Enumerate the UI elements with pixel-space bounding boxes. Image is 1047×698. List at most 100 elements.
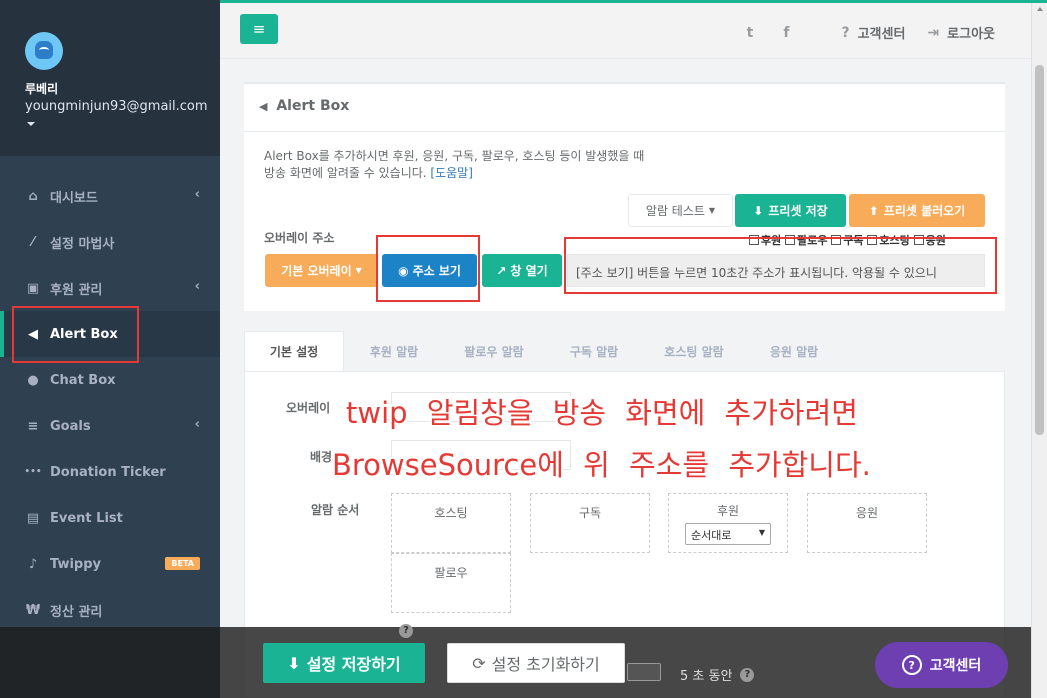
chevron-left-icon: ‹ bbox=[194, 187, 200, 202]
support-floating-button[interactable]: ? 고객센터 bbox=[875, 642, 1008, 688]
overlay-address-label: 오버레이 주소 bbox=[264, 231, 335, 245]
order-slot-cheer[interactable]: 응원 bbox=[807, 493, 927, 553]
reset-settings-button[interactable]: ⟳ 설정 초기화하기 bbox=[447, 643, 625, 683]
annotation-highlight-address-field bbox=[564, 237, 997, 294]
tab-cheer-alarm[interactable]: 응원 알람 bbox=[744, 331, 844, 371]
list-icon: ≡ bbox=[27, 418, 39, 434]
avatar[interactable] bbox=[25, 32, 63, 70]
caret-down-icon[interactable] bbox=[27, 122, 35, 126]
gift-icon: ▣ bbox=[26, 280, 40, 296]
order-slot-donation[interactable]: 후원 순서대로 bbox=[668, 493, 788, 553]
profile-name[interactable]: 루베리 bbox=[25, 80, 220, 97]
sidebar-item-label: Chat Box bbox=[50, 372, 116, 388]
order-slot-hosting[interactable]: 호스팅 bbox=[391, 493, 511, 553]
home-icon: ⌂ bbox=[28, 188, 38, 204]
external-link-icon: ↗ bbox=[496, 263, 507, 278]
overlay-field-label: 오버레이 bbox=[286, 401, 331, 415]
description-line-2-text: 방송 화면에 알려줄 수 있습니다. bbox=[264, 166, 427, 180]
annotation-highlight-sidebar bbox=[12, 306, 139, 363]
chevron-left-icon: ‹ bbox=[194, 279, 200, 294]
sidebar-item-label: 설정 마법사 bbox=[50, 236, 115, 252]
sidebar-item-goals[interactable]: ≡ Goals ‹ bbox=[0, 403, 220, 449]
open-window-button[interactable]: ↗ 창 열기 bbox=[482, 254, 562, 287]
megaphone-icon: ◀ bbox=[259, 100, 268, 113]
donation-order-select[interactable]: 순서대로 bbox=[685, 523, 771, 545]
sidebar-item-donation-ticker[interactable]: ••• Donation Ticker bbox=[0, 449, 220, 495]
sidebar-item-label: 후원 관리 bbox=[50, 282, 103, 298]
slot-label: 구독 bbox=[578, 506, 602, 520]
caret-down-icon: ▼ bbox=[355, 266, 362, 275]
support-link[interactable]: ? 고객센터 bbox=[841, 23, 906, 43]
vertical-scrollbar[interactable] bbox=[1031, 3, 1047, 698]
support-label: 고객센터 bbox=[857, 27, 906, 42]
annotation-text-line-1: twip 알림창을 방송 화면에 추가하려면 bbox=[346, 396, 858, 430]
facebook-icon[interactable]: f bbox=[783, 25, 789, 41]
top-navbar: ≡ t f ? 고객센터 ⇥ 로그아웃 bbox=[220, 3, 1047, 59]
duration-text: 5 초 동안 ? bbox=[680, 665, 755, 684]
download-icon: ⬇ bbox=[753, 203, 764, 218]
sidebar-nav: ⌂ 대시보드 ‹ ⁄ 설정 마법사 ▣ 후원 관리 ‹ ◀ Alert Box … bbox=[0, 173, 220, 633]
preset-save-button[interactable]: ⬇ 프리셋 저장 bbox=[735, 194, 846, 227]
scrollbar-thumb[interactable] bbox=[1035, 65, 1044, 435]
save-settings-label: 설정 저장하기 bbox=[306, 655, 401, 674]
tab-subscribe-alarm[interactable]: 구독 알람 bbox=[544, 331, 644, 371]
sidebar-item-chat-box[interactable]: ● Chat Box bbox=[0, 357, 220, 403]
logout-label: 로그아웃 bbox=[947, 27, 995, 42]
question-circle-icon[interactable]: ? bbox=[740, 667, 755, 682]
open-window-label: 창 열기 bbox=[510, 264, 548, 278]
download-icon: ⬇ bbox=[287, 653, 301, 673]
sidebar-item-label: Goals bbox=[50, 418, 91, 434]
reset-settings-label: 설정 초기화하기 bbox=[491, 655, 600, 674]
annotation-highlight-show-address bbox=[376, 235, 480, 302]
newspaper-icon: ▤ bbox=[26, 510, 40, 526]
help-link[interactable]: [도움말] bbox=[430, 166, 472, 180]
logout-link[interactable]: ⇥ 로그아웃 bbox=[927, 23, 995, 43]
ellipsis-icon: ••• bbox=[24, 467, 42, 477]
preset-load-button[interactable]: ⬆ 프리셋 불러오기 bbox=[849, 194, 985, 227]
caret-down-icon: ▼ bbox=[708, 206, 716, 215]
question-circle-icon[interactable]: ? bbox=[399, 624, 413, 638]
sidebar-item-donation-management[interactable]: ▣ 후원 관리 ‹ bbox=[0, 265, 220, 311]
sidebar-item-label: 정산 관리 bbox=[50, 604, 103, 620]
alarm-test-dropdown[interactable]: 알람 테스트 ▼ bbox=[628, 194, 733, 227]
preset-load-label: 프리셋 불러오기 bbox=[883, 204, 966, 218]
hamburger-icon: ≡ bbox=[252, 20, 266, 38]
twitter-icon[interactable]: t bbox=[747, 25, 754, 41]
scroll-up-arrow-icon[interactable] bbox=[1037, 7, 1043, 11]
support-floating-label: 고객센터 bbox=[929, 658, 982, 674]
slot-label: 팔로우 bbox=[434, 566, 468, 580]
magic-wand-icon: ⁄ bbox=[31, 234, 35, 250]
order-slot-subscribe[interactable]: 구독 bbox=[530, 493, 650, 553]
description-line-2: 방송 화면에 알려줄 수 있습니다. [도움말] bbox=[264, 165, 985, 182]
save-settings-button[interactable]: ⬇ 설정 저장하기 bbox=[263, 643, 425, 683]
tab-basic-settings[interactable]: 기본 설정 bbox=[244, 331, 344, 371]
settings-tabs: 기본 설정 후원 알람 팔로우 알람 구독 알람 호스팅 알람 응원 알람 bbox=[244, 331, 1005, 371]
duration-slider[interactable] bbox=[627, 663, 661, 681]
panel-title-text: Alert Box bbox=[276, 98, 350, 114]
slot-label: 호스팅 bbox=[434, 506, 468, 520]
profile-email[interactable]: youngminjun93@gmail.com bbox=[25, 99, 220, 114]
order-slot-follow[interactable]: 팔로우 bbox=[391, 553, 511, 613]
preset-save-label: 프리셋 저장 bbox=[768, 204, 828, 218]
question-circle-icon: ? bbox=[841, 24, 850, 41]
won-icon: ₩ bbox=[25, 602, 41, 618]
sign-out-icon: ⇥ bbox=[927, 24, 940, 41]
sidebar-item-event-list[interactable]: ▤ Event List bbox=[0, 495, 220, 541]
sidebar-item-label: Donation Ticker bbox=[50, 464, 166, 480]
tab-hosting-alarm[interactable]: 호스팅 알람 bbox=[644, 331, 744, 371]
alarm-test-label: 알람 테스트 bbox=[645, 204, 705, 218]
navbar-right: t f ? 고객센터 ⇥ 로그아웃 bbox=[747, 23, 995, 43]
menu-toggle-button[interactable]: ≡ bbox=[240, 14, 278, 44]
sidebar-item-setup-wizard[interactable]: ⁄ 설정 마법사 bbox=[0, 219, 220, 265]
sidebar-item-twippy[interactable]: ♪ Twippy BETA bbox=[0, 541, 220, 587]
beta-badge: BETA bbox=[165, 557, 200, 570]
sidebar-item-label: 대시보드 bbox=[50, 190, 98, 206]
tab-donation-alarm[interactable]: 후원 알람 bbox=[344, 331, 444, 371]
tab-follow-alarm[interactable]: 팔로우 알람 bbox=[444, 331, 544, 371]
sidebar-item-dashboard[interactable]: ⌂ 대시보드 ‹ bbox=[0, 173, 220, 219]
overlay-select-label: 기본 오버레이 bbox=[281, 264, 352, 278]
question-circle-icon: ? bbox=[901, 655, 922, 675]
overlay-select-button[interactable]: 기본 오버레이 ▼ bbox=[265, 254, 378, 287]
description-line-1: Alert Box를 추가하시면 후원, 응원, 구독, 팔로우, 호스팅 등이… bbox=[264, 149, 645, 163]
sidebar-item-label: Event List bbox=[50, 510, 123, 526]
